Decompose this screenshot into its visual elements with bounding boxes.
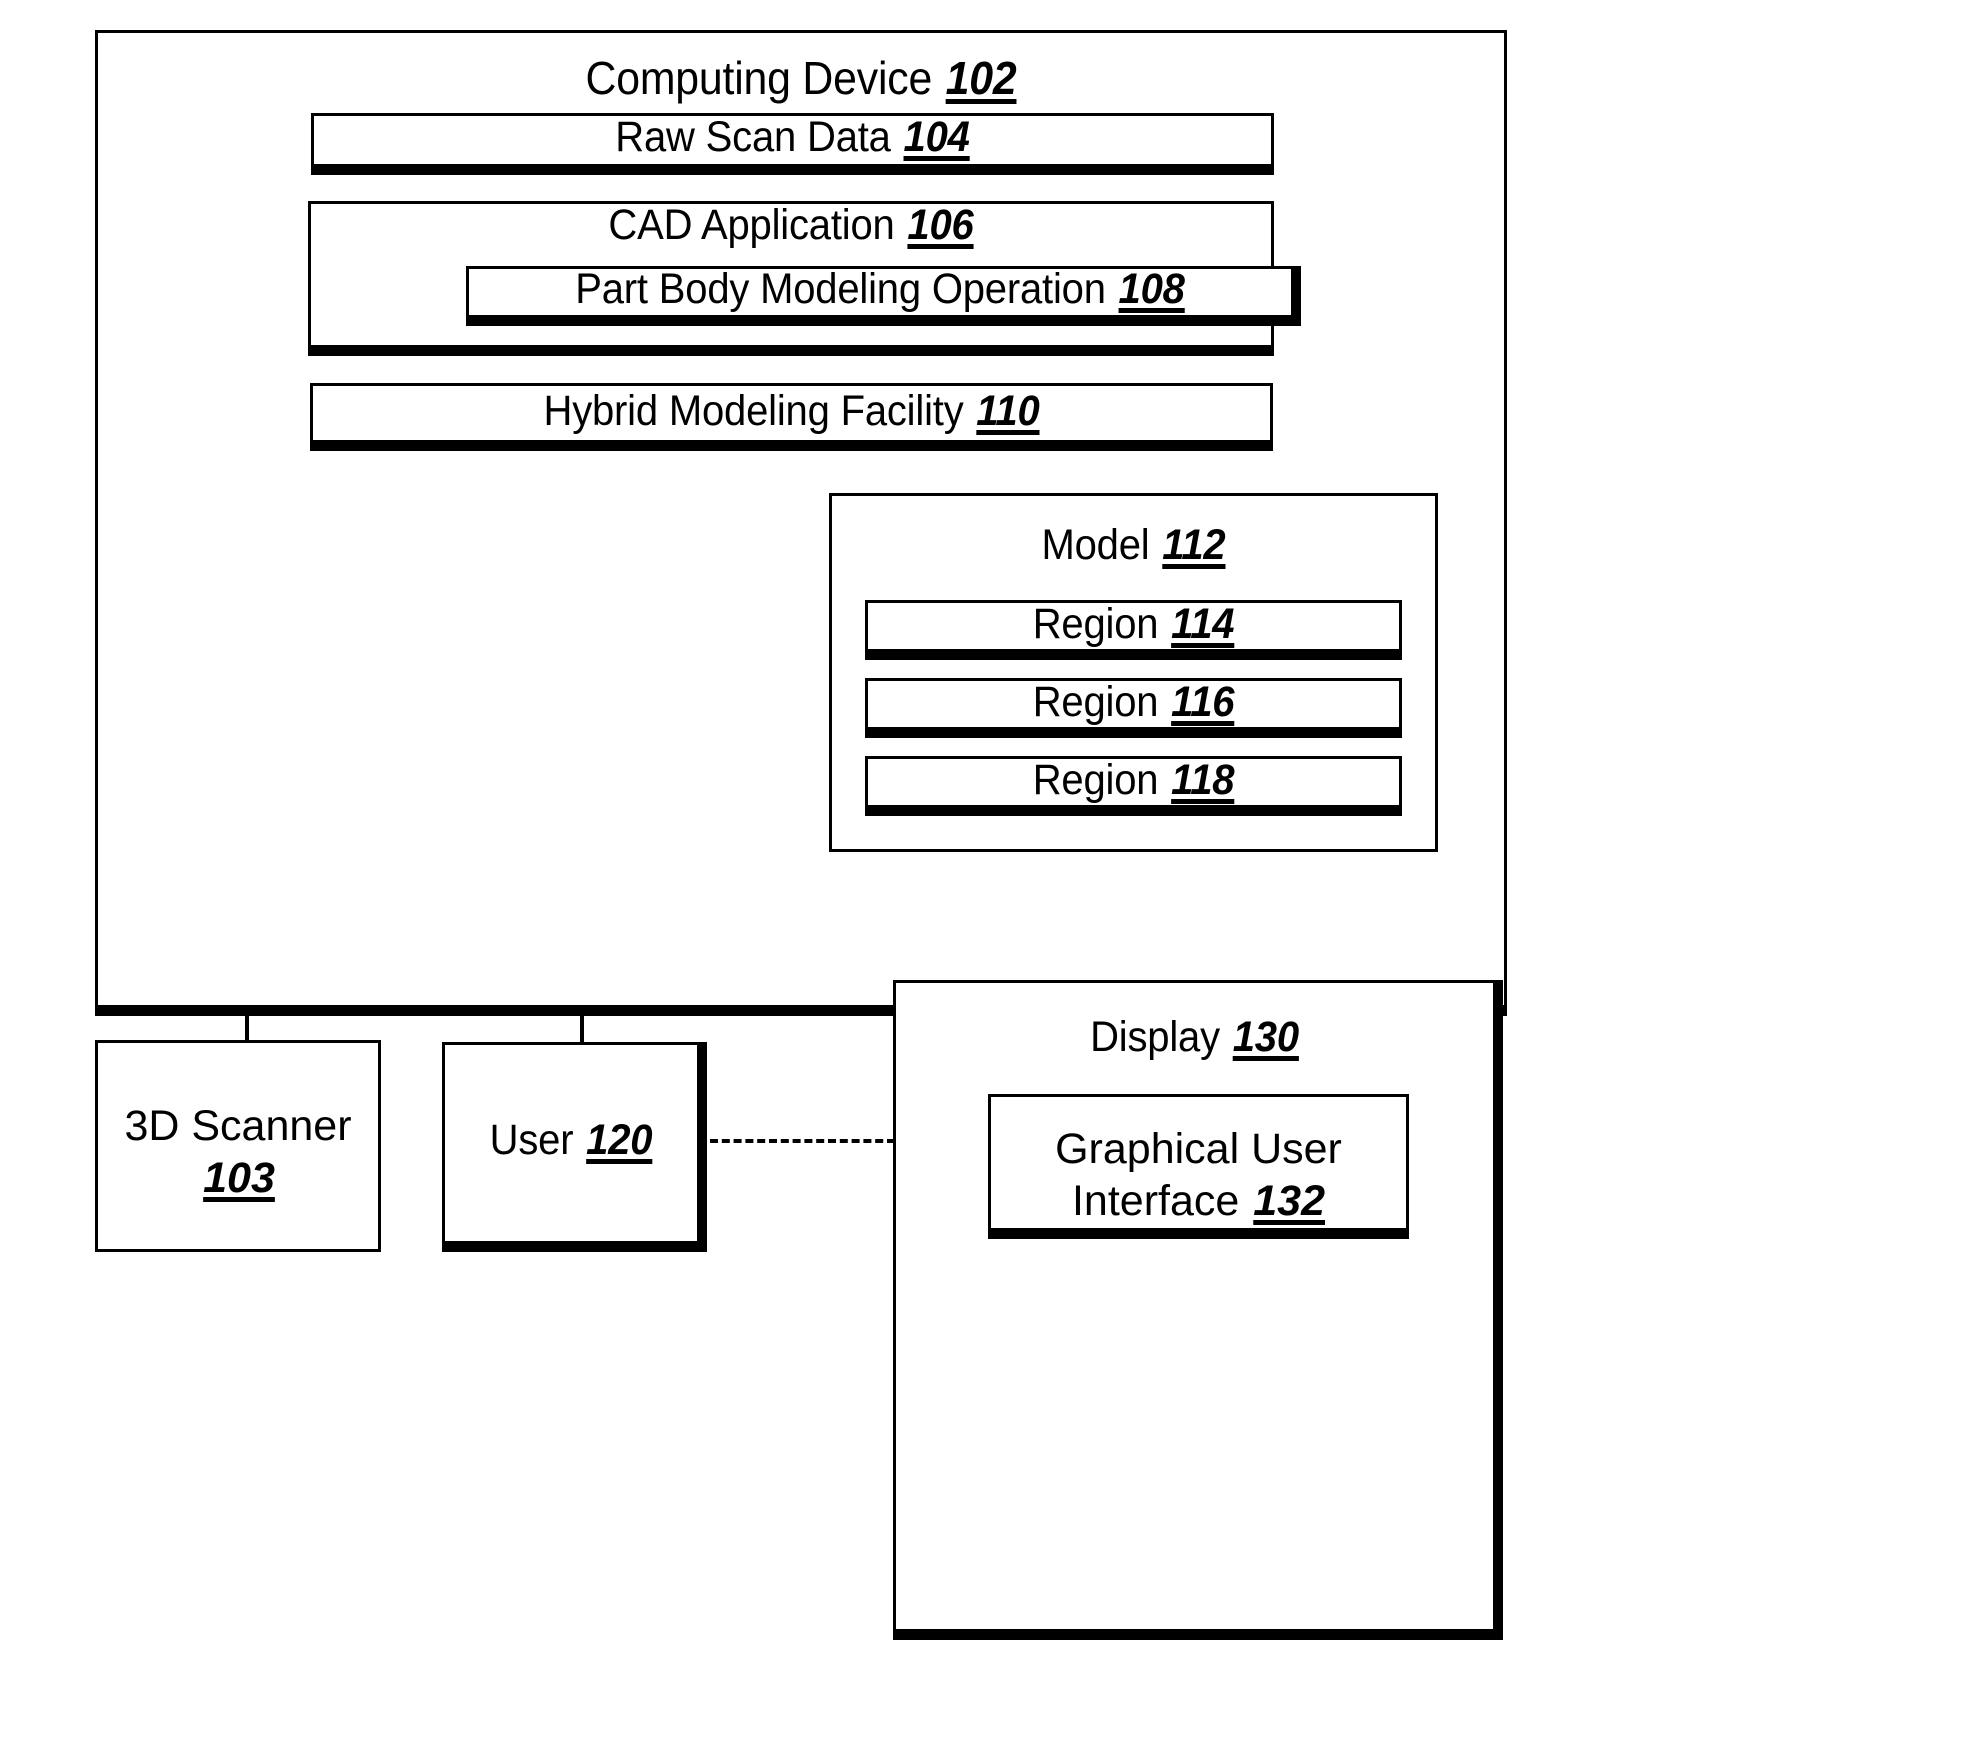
scanner-ref: 103 <box>203 1154 275 1203</box>
display-ref: 130 <box>1232 1013 1299 1061</box>
scanner-box: 3D Scanner 103 <box>95 1040 381 1252</box>
scanner-label: 3D Scanner 103 <box>98 1100 378 1205</box>
scanner-title: 3D Scanner <box>124 1102 352 1150</box>
hybrid-modeling-facility-box: Hybrid Modeling Facility 110 <box>310 383 1273 451</box>
user-title: User 120 <box>489 1116 653 1164</box>
region-116-box: Region 116 <box>865 678 1402 738</box>
display-title: Display 130 <box>1090 1013 1299 1061</box>
region-118-box: Region 118 <box>865 756 1402 816</box>
graphical-user-interface-box: Graphical User Interface 132 <box>988 1094 1409 1239</box>
user-ref: 120 <box>586 1116 653 1164</box>
user-box: User 120 <box>442 1042 707 1252</box>
connector-drop-user <box>580 1016 584 1042</box>
graphical-user-interface-ref: 132 <box>1253 1177 1325 1226</box>
model-box: Model 112 Region 114 Region 116 Region 1… <box>829 493 1438 852</box>
gui-line-1: Graphical User <box>1055 1125 1342 1173</box>
connector-drop-scanner <box>245 1016 249 1040</box>
computing-device-title: Computing Device 102 <box>585 52 1017 104</box>
region-114-title: Region 114 <box>1032 600 1235 648</box>
part-body-modeling-operation-title: Part Body Modeling Operation 108 <box>575 265 1185 313</box>
model-title: Model 112 <box>1041 521 1226 569</box>
raw-scan-data-ref: 104 <box>903 113 970 161</box>
model-ref: 112 <box>1162 521 1226 569</box>
region-118-title: Region 118 <box>1032 756 1235 804</box>
display-box: Display 130 Graphical User Interface 132 <box>893 980 1503 1640</box>
cad-application-box: CAD Application 106 Part Body Modeling O… <box>308 201 1301 356</box>
hybrid-modeling-facility-title: Hybrid Modeling Facility 110 <box>543 387 1040 435</box>
cad-application-title: CAD Application 106 <box>608 201 974 249</box>
hybrid-modeling-facility-ref: 110 <box>976 387 1040 435</box>
region-118-ref: 118 <box>1171 756 1235 804</box>
region-116-ref: 116 <box>1171 678 1235 726</box>
raw-scan-data-box: Raw Scan Data 104 <box>311 113 1274 175</box>
cad-application-ref: 106 <box>907 201 974 249</box>
part-body-modeling-operation-ref: 108 <box>1118 265 1185 313</box>
region-116-title: Region 116 <box>1032 678 1235 726</box>
connector-user-to-display-dashed <box>710 1139 895 1143</box>
computing-device-ref: 102 <box>945 52 1017 104</box>
raw-scan-data-title: Raw Scan Data 104 <box>615 113 970 161</box>
gui-line-2: Interface <box>1071 1177 1252 1226</box>
part-body-modeling-operation-box: Part Body Modeling Operation 108 <box>466 265 1301 326</box>
figure-canvas: Computing Device 102 Raw Scan Data 104 C… <box>0 0 1979 1761</box>
graphical-user-interface-label: Graphical User Interface 132 <box>991 1123 1406 1228</box>
region-114-ref: 114 <box>1171 600 1235 648</box>
region-114-box: Region 114 <box>865 600 1402 660</box>
computing-device-box: Computing Device 102 Raw Scan Data 104 C… <box>95 30 1507 1016</box>
